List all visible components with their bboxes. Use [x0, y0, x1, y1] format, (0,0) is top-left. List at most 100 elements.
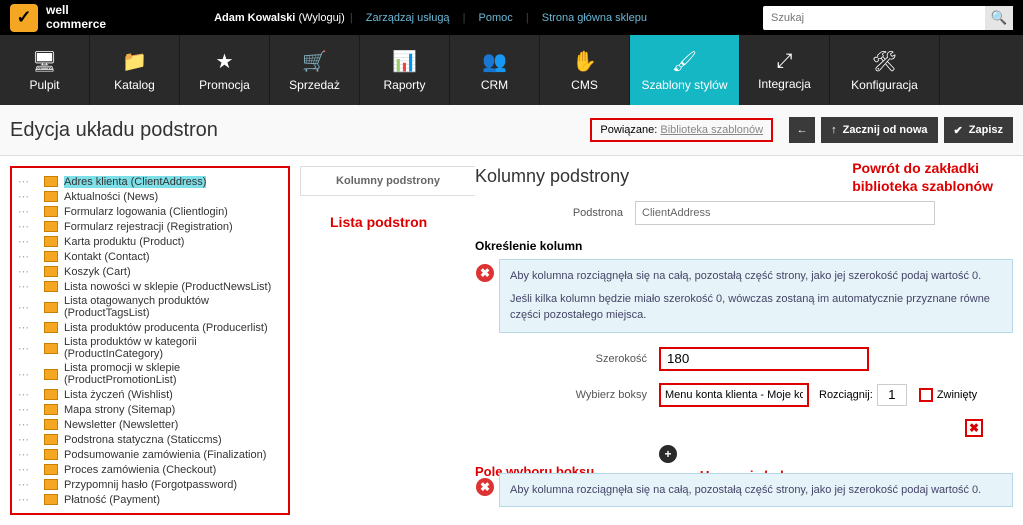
subpage-row: Podstrona: [475, 201, 1013, 225]
tree-label: Proces zamówienia (Checkout): [64, 464, 216, 476]
start-over-button[interactable]: ↑Zacznij od nowa: [821, 117, 937, 143]
tree-label: Lista nowości w sklepie (ProductNewsList…: [64, 281, 271, 293]
folder-icon: [44, 236, 58, 247]
width-input[interactable]: [659, 347, 869, 371]
columns-tab[interactable]: Kolumny podstrony: [300, 166, 475, 196]
tree-label: Podstrona statyczna (Staticcms): [64, 434, 222, 446]
delete-box-button[interactable]: ✖: [965, 419, 983, 437]
nav-label: Promocja: [199, 78, 250, 92]
expand-icon: ⤢: [777, 50, 793, 73]
nav-label: CMS: [571, 78, 598, 92]
tree-item[interactable]: ⋯Koszyk (Cart): [18, 264, 282, 279]
tree-item[interactable]: ⋯Formularz logowania (Clientlogin): [18, 204, 282, 219]
nav-promocja[interactable]: ★ Promocja: [180, 35, 270, 105]
tree-label: Podsumowanie zamówienia (Finalization): [64, 449, 266, 461]
stretch-label: Rozciągnij:: [819, 389, 873, 401]
monitor-icon: 🖥: [32, 49, 57, 74]
logo[interactable]: ✓ well commerce: [10, 4, 106, 32]
tree-item[interactable]: ⋯Formularz rejestracji (Registration): [18, 219, 282, 234]
tree-item[interactable]: ⋯Lista produktów w kategorii (ProductInC…: [18, 335, 282, 361]
search-box[interactable]: 🔍: [763, 6, 1013, 30]
folder-icon: [44, 251, 58, 262]
top-bar: ✓ well commerce Adam Kowalski (Wyloguj) …: [0, 0, 1023, 35]
width-label: Szerokość: [499, 353, 659, 365]
nav-raporty[interactable]: 📊Raporty: [360, 35, 450, 105]
subpage-input[interactable]: [635, 201, 935, 225]
tree-label: Mapa strony (Sitemap): [64, 404, 175, 416]
info-box-1: ✖ Aby kolumna rozciągnęła się na całą, p…: [499, 259, 1013, 333]
nav-katalog[interactable]: 📁 Katalog: [90, 35, 180, 105]
folder-icon: [44, 464, 58, 475]
nav-sprzedaz[interactable]: 🛒Sprzedaż: [270, 35, 360, 105]
nav-crm[interactable]: 👥CRM: [450, 35, 540, 105]
folder-icon: [44, 176, 58, 187]
tree-item[interactable]: ⋯Proces zamówienia (Checkout): [18, 462, 282, 477]
tree-label: Kontakt (Contact): [64, 251, 150, 263]
folder-icon: [44, 206, 58, 217]
search-input[interactable]: [763, 12, 985, 24]
tree-item[interactable]: ⋯Kontakt (Contact): [18, 249, 282, 264]
tree-item[interactable]: ⋯Adres klienta (ClientAddress): [18, 174, 282, 189]
columns-section-title: Określenie kolumn: [475, 239, 1013, 253]
manage-service-link[interactable]: Zarządzaj usługą: [366, 12, 450, 24]
user-name: Adam Kowalski: [214, 12, 295, 24]
tree-item[interactable]: ⋯Lista otagowanych produktów (ProductTag…: [18, 294, 282, 320]
check-icon: ✔: [954, 124, 963, 137]
nav-label: Sprzedaż: [289, 78, 340, 92]
folder-icon: 📁: [122, 49, 147, 74]
checkbox-icon: [919, 388, 933, 402]
help-link[interactable]: Pomoc: [479, 12, 513, 24]
save-button[interactable]: ✔Zapisz: [944, 117, 1013, 143]
nav-integracja[interactable]: ⤢ Integracja: [740, 35, 830, 105]
tree-item[interactable]: ⋯Lista promocji w sklepie (ProductPromot…: [18, 361, 282, 387]
tree-item[interactable]: ⋯Mapa strony (Sitemap): [18, 402, 282, 417]
collapsed-label: Zwinięty: [937, 389, 977, 401]
nav-szablony[interactable]: 🖌Szablony stylów: [630, 35, 740, 105]
tree-item[interactable]: ⋯Aktualności (News): [18, 189, 282, 204]
people-icon: 👥: [482, 49, 507, 74]
folder-icon: [44, 479, 58, 490]
nav-label: Integracja: [758, 77, 811, 91]
folder-icon: [44, 449, 58, 460]
collapsed-checkbox[interactable]: Zwinięty: [919, 388, 977, 402]
tree-item[interactable]: ⋯Karta produktu (Product): [18, 234, 282, 249]
star-icon: ★: [216, 49, 234, 74]
tree-label: Formularz logowania (Clientlogin): [64, 206, 228, 218]
tree-item[interactable]: ⋯Lista produktów producenta (Producerlis…: [18, 320, 282, 335]
add-button[interactable]: +: [659, 445, 677, 463]
left-column: ⋯Adres klienta (ClientAddress) ⋯Aktualno…: [0, 156, 300, 525]
main-nav: 🖥Pulpit 📁 Katalog ★ Promocja 🛒Sprzedaż 📊Ra…: [0, 35, 1023, 105]
tree-label: Lista promocji w sklepie (ProductPromoti…: [64, 362, 282, 386]
close-icon[interactable]: ✖: [476, 478, 494, 496]
close-icon[interactable]: ✖: [476, 264, 494, 282]
info-text-3: Aby kolumna rozciągnęła się na całą, poz…: [510, 482, 1002, 499]
logo-text-top: well: [46, 4, 106, 17]
nav-pulpit[interactable]: 🖥Pulpit: [0, 35, 90, 105]
back-button[interactable]: ←: [789, 117, 815, 143]
search-button[interactable]: 🔍: [985, 6, 1013, 30]
tree-item[interactable]: ⋯Podstrona statyczna (Staticcms): [18, 432, 282, 447]
nav-konfiguracja[interactable]: 🛠Konfiguracja: [830, 35, 940, 105]
stretch-input[interactable]: [877, 384, 907, 406]
page-tree: ⋯Adres klienta (ClientAddress) ⋯Aktualno…: [10, 166, 290, 515]
related-box: Powiązane: Biblioteka szablonów: [590, 118, 773, 142]
folder-icon: [44, 322, 58, 333]
tree-label: Aktualności (News): [64, 191, 158, 203]
tree-label: Lista otagowanych produktów (ProductTags…: [64, 295, 282, 319]
related-link[interactable]: Biblioteka szablonów: [660, 124, 763, 136]
nav-label: Katalog: [114, 78, 155, 92]
tree-item[interactable]: ⋯Płatność (Payment): [18, 492, 282, 507]
info-text-1: Aby kolumna rozciągnęła się na całą, poz…: [510, 268, 1002, 285]
tree-item[interactable]: ⋯Lista życzeń (Wishlist): [18, 387, 282, 402]
folder-icon: [44, 389, 58, 400]
tree-item[interactable]: ⋯Newsletter (Newsletter): [18, 417, 282, 432]
tree-item[interactable]: ⋯Lista nowości w sklepie (ProductNewsLis…: [18, 279, 282, 294]
info-text-2: Jeśli kilka kolumn będzie miało szerokoś…: [510, 291, 1002, 324]
tree-label: Karta produktu (Product): [64, 236, 184, 248]
tree-item[interactable]: ⋯Przypomnij hasło (Forgotpassword): [18, 477, 282, 492]
nav-cms[interactable]: ✋CMS: [540, 35, 630, 105]
store-home-link[interactable]: Strona główna sklepu: [542, 12, 647, 24]
box-select[interactable]: [659, 383, 809, 407]
logout-link[interactable]: (Wyloguj): [298, 12, 344, 24]
tree-item[interactable]: ⋯Podsumowanie zamówienia (Finalization): [18, 447, 282, 462]
